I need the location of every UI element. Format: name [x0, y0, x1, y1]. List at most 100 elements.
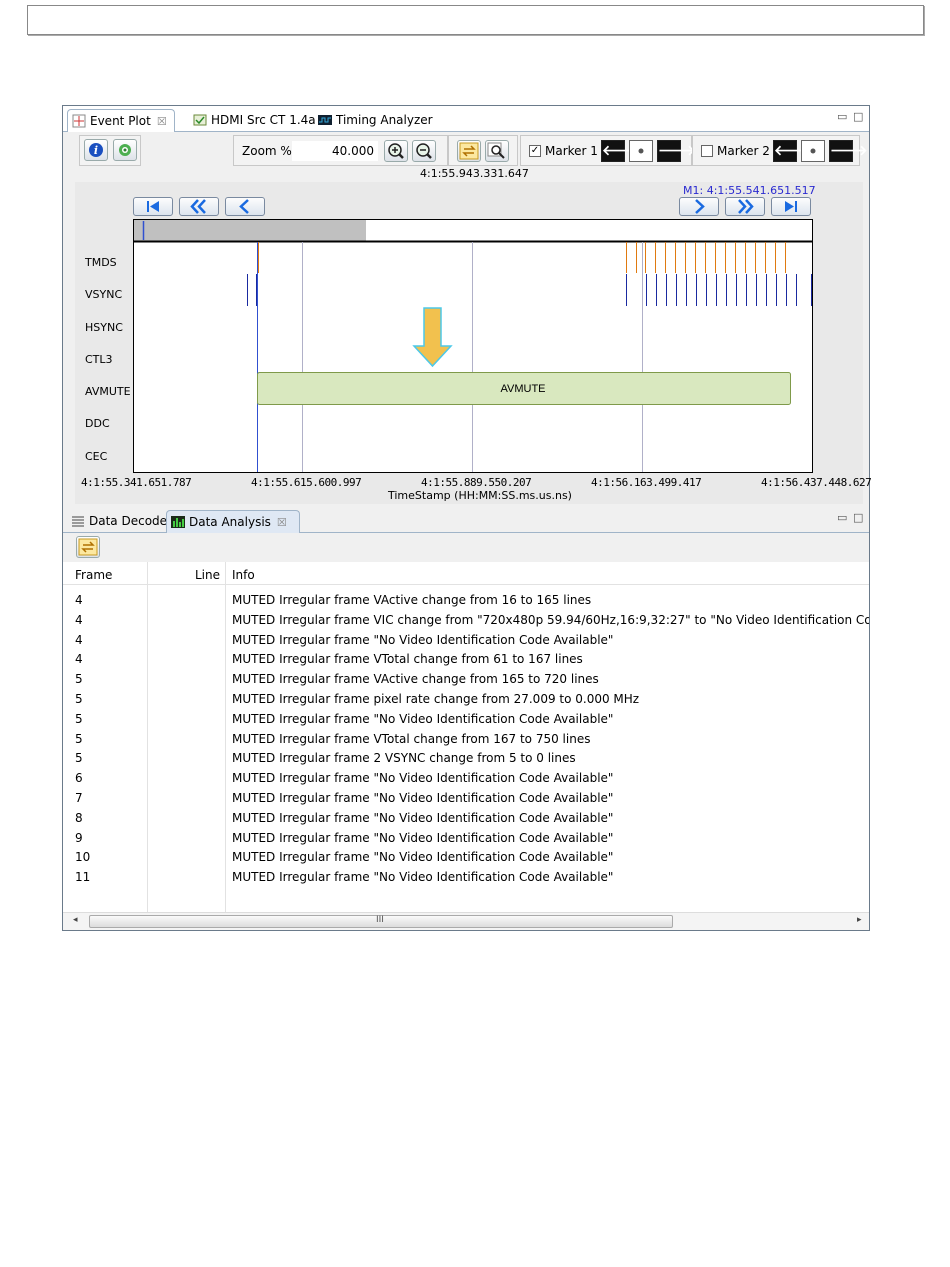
- avmute-bar-label: AVMUTE: [500, 383, 545, 395]
- tab-data-decode[interactable]: Data Decode: [67, 510, 167, 533]
- frame-cell: 7: [75, 791, 83, 805]
- zoom-in-icon: [388, 143, 404, 159]
- tab-event-plot[interactable]: Event Plot ☒: [67, 109, 175, 132]
- analysis-sync-button[interactable]: [76, 536, 100, 558]
- info-cell: MUTED Irregular frame VIC change from "7…: [232, 612, 869, 627]
- tab-data-analysis[interactable]: Data Analysis ☒: [166, 510, 300, 533]
- tab-label: Data Decode: [89, 514, 168, 528]
- down-arrow-icon: [412, 307, 453, 368]
- scroll-grip: III: [376, 915, 384, 925]
- column-header-line[interactable]: Line: [195, 568, 220, 582]
- marker2-next-button[interactable]: 🡒: [829, 140, 868, 162]
- m1-readout: M1: 4:1:55.541.651.517: [683, 184, 816, 197]
- double-chevron-right-icon: [738, 199, 754, 214]
- table-row[interactable]: 4 MUTED Irregular frame VTotal change fro…: [63, 652, 869, 672]
- frame-cell: 11: [75, 870, 91, 885]
- minimize-icon[interactable]: ▭: [837, 511, 847, 524]
- dot-icon: [810, 148, 816, 154]
- analysis-toolbar: [63, 533, 869, 563]
- marker1-group: ✓ Marker 1 🡐 🡒: [520, 135, 696, 166]
- x-tick-label: 4:1:55.341.651.787: [81, 476, 192, 489]
- goto-start-button[interactable]: [133, 197, 173, 216]
- info-group: i: [79, 135, 141, 166]
- table-row[interactable]: 4 MUTED Irregular frame "No Video Identif…: [63, 633, 869, 653]
- marker2-center-button[interactable]: [801, 140, 825, 162]
- x-tick-label: 4:1:56.163.499.417: [591, 476, 702, 489]
- zoom-out-button[interactable]: [412, 140, 436, 162]
- editor-tab-bar: Event Plot ☒ HDMI Src CT 1.4a Timing Anal…: [63, 106, 869, 132]
- info-cell: MUTED Irregular frame 2 VSYNC change fro…: [232, 751, 576, 766]
- column-header-frame[interactable]: Frame: [75, 568, 112, 582]
- info-button[interactable]: i: [84, 139, 108, 161]
- table-row[interactable]: 5 MUTED Irregular frame 2 VSYNC change fr…: [63, 751, 869, 771]
- info-cell: MUTED Irregular frame "No Video Identifi…: [232, 810, 614, 825]
- scroll-thumb[interactable]: III: [89, 915, 673, 928]
- table-row[interactable]: 6 MUTED Irregular frame "No Video Identif…: [63, 771, 869, 791]
- table-row[interactable]: 8 MUTED Irregular frame "No Video Identif…: [63, 811, 869, 831]
- step-forward-button[interactable]: [679, 197, 719, 216]
- marker1-checkbox[interactable]: ✓: [529, 145, 541, 157]
- table-row[interactable]: 5 MUTED Irregular frame VTotal change fro…: [63, 732, 869, 752]
- tab-hdmi-src[interactable]: HDMI Src CT 1.4a: [189, 109, 316, 132]
- frame-cell: 5: [75, 672, 83, 687]
- sync-button[interactable]: [457, 140, 481, 162]
- zoom-in-button[interactable]: [384, 140, 408, 162]
- frame-cell: 5: [75, 751, 83, 766]
- maximize-icon[interactable]: □: [853, 511, 863, 524]
- sync-group: [448, 135, 518, 166]
- fast-back-button[interactable]: [179, 197, 219, 216]
- frame-cell: 5: [75, 711, 83, 726]
- table-row[interactable]: 11 MUTED Irregular frame "No Video Identi…: [63, 870, 869, 890]
- record-button[interactable]: [113, 139, 137, 161]
- table-row[interactable]: 4 MUTED Irregular frame VActive change fr…: [63, 593, 869, 613]
- x-axis-title: TimeStamp (HH:MM:SS.ms.us.ns): [388, 489, 572, 502]
- step-back-button[interactable]: [225, 197, 265, 216]
- info-cell: MUTED Irregular frame VTotal change from…: [232, 731, 591, 746]
- minimize-icon[interactable]: ▭: [837, 110, 847, 123]
- analysis-tab-bar: Data Decode Data Analysis ☒ ▭ □: [63, 507, 869, 533]
- vsync-events: [247, 274, 812, 306]
- zoom-input[interactable]: [292, 141, 378, 161]
- table-row[interactable]: 7 MUTED Irregular frame "No Video Identif…: [63, 791, 869, 811]
- table-row[interactable]: 4 MUTED Irregular frame VIC change from "…: [63, 613, 869, 633]
- analysis-table: Frame Line Info 4 MUTED Irregular frame V…: [63, 562, 869, 912]
- overview-scroll-thumb[interactable]: [134, 220, 366, 241]
- zoom-fit-button[interactable]: [485, 140, 509, 162]
- column-header-info[interactable]: Info: [232, 568, 255, 582]
- info-cell: MUTED Irregular frame VActive change fro…: [232, 593, 592, 607]
- signal-label-ctl3: CTL3: [85, 353, 113, 366]
- table-row[interactable]: 5 MUTED Irregular frame pixel rate change…: [63, 692, 869, 712]
- fast-forward-button[interactable]: [725, 197, 765, 216]
- event-plot-window: Event Plot ☒ HDMI Src CT 1.4a Timing Anal…: [62, 105, 872, 931]
- table-row[interactable]: 9 MUTED Irregular frame "No Video Identif…: [63, 831, 869, 851]
- tab-timing-analyzer[interactable]: Timing Analyzer: [314, 109, 433, 132]
- scroll-left-icon[interactable]: ◂: [73, 915, 78, 925]
- marker1-prev-button[interactable]: 🡐: [601, 140, 640, 162]
- marker2-checkbox[interactable]: [701, 145, 713, 157]
- info-cell: MUTED Irregular frame "No Video Identifi…: [232, 711, 614, 726]
- marker1-center-button[interactable]: [629, 140, 653, 162]
- table-row[interactable]: 5 MUTED Irregular frame VActive change fr…: [63, 672, 869, 692]
- table-row[interactable]: 5 MUTED Irregular frame "No Video Identif…: [63, 712, 869, 732]
- info-cell: MUTED Irregular frame "No Video Identifi…: [232, 791, 614, 805]
- close-icon[interactable]: ☒: [157, 115, 167, 128]
- frame-cell: 4: [75, 652, 83, 667]
- signal-plot[interactable]: AVMUTE: [133, 219, 813, 473]
- info-cell: MUTED Irregular frame "No Video Identifi…: [232, 850, 614, 865]
- scroll-right-icon[interactable]: ▸: [857, 915, 862, 925]
- horizontal-scrollbar[interactable]: ◂ III ▸: [63, 912, 869, 930]
- goto-end-button[interactable]: [771, 197, 811, 216]
- info-cell: MUTED Irregular frame pixel rate change …: [232, 692, 640, 706]
- marker1-next-button[interactable]: 🡒: [657, 140, 696, 162]
- info-cell: MUTED Irregular frame "No Video Identifi…: [232, 870, 614, 885]
- maximize-icon[interactable]: □: [853, 110, 863, 123]
- marker2-label: Marker 2: [717, 144, 770, 158]
- frame-cell: 5: [75, 692, 83, 706]
- frame-cell: 4: [75, 632, 83, 647]
- table-row[interactable]: 10 MUTED Irregular frame "No Video Identi…: [63, 850, 869, 870]
- frame-cell: 4: [75, 612, 83, 627]
- frame-cell: 10: [75, 850, 91, 865]
- zoom-group: Zoom %:: [233, 135, 448, 166]
- marker2-prev-button[interactable]: 🡐: [773, 140, 812, 162]
- close-icon[interactable]: ☒: [277, 516, 287, 529]
